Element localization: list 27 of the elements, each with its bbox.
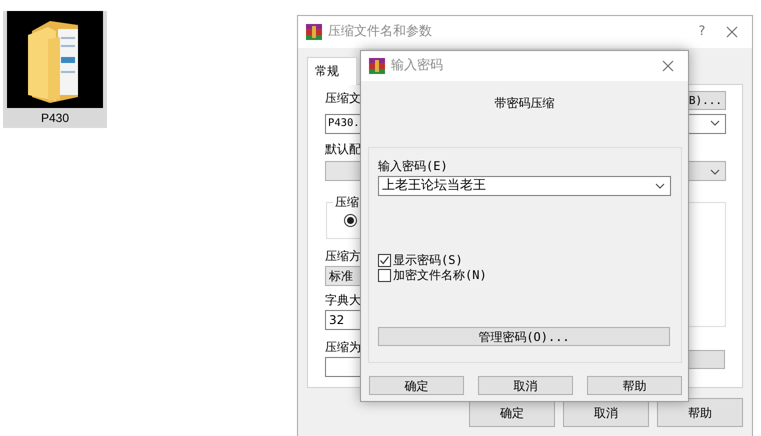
dialog-button[interactable]: 确定 <box>369 376 464 395</box>
checkbox-label: 显示密码(S) <box>393 253 463 268</box>
password-field[interactable]: 上老王论坛当老王 <box>378 176 671 196</box>
dialog-heading: 带密码压缩 <box>494 95 556 112</box>
window-title: 压缩文件名和参数 <box>328 23 432 42</box>
checkbox[interactable] <box>378 268 391 282</box>
dialog-button[interactable]: 帮助 <box>657 398 743 427</box>
app-icon <box>369 56 385 76</box>
file-name: P430 <box>40 110 70 127</box>
group-title: 压缩 <box>333 195 361 210</box>
dialog-button[interactable]: 取消 <box>478 376 573 395</box>
field-label: 压缩方 <box>325 249 361 264</box>
tab[interactable]: 常规 <box>307 57 357 85</box>
field-label: 压缩为 <box>325 340 361 355</box>
manage-passwords-button[interactable]: 管理密码(O)... <box>378 327 670 346</box>
field-label: 压缩文 <box>325 91 361 107</box>
radio-button[interactable] <box>344 214 357 227</box>
field-label: 输入密码(E) <box>378 159 448 174</box>
checkbox-label: 加密文件名称(N) <box>393 268 487 283</box>
field-label: 字典大 <box>325 293 361 308</box>
field-label: 默认配 <box>325 142 361 157</box>
app-icon <box>306 22 322 42</box>
dialog-button[interactable]: 帮助 <box>587 376 682 395</box>
dialog-title: 输入密码 <box>391 57 443 76</box>
checkbox[interactable] <box>378 254 391 266</box>
help-button[interactable]: ? <box>692 22 712 42</box>
desktop-folder-icon[interactable]: P430 <box>3 11 107 128</box>
